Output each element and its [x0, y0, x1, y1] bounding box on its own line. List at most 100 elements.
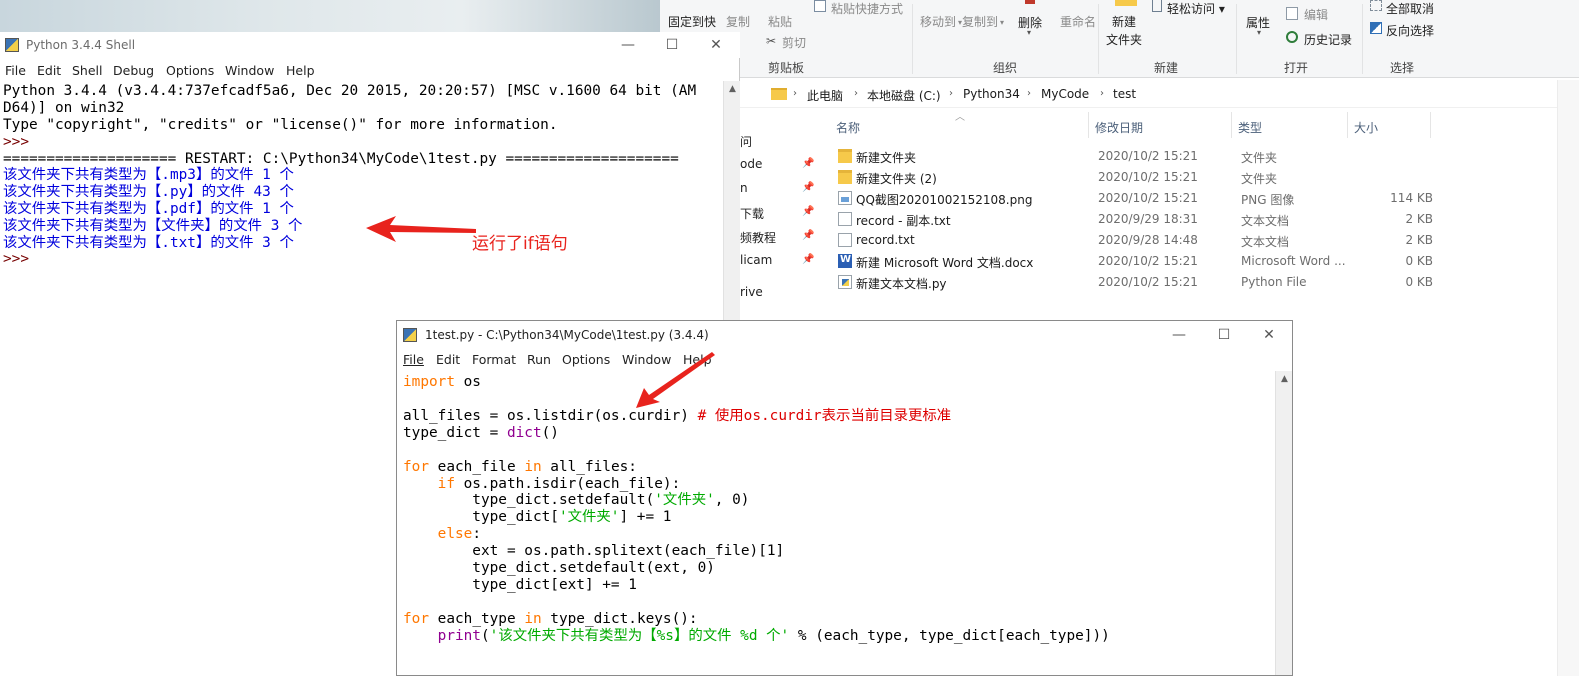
chevron-right-icon[interactable]: ›	[854, 88, 858, 99]
column-header-date[interactable]: 修改日期	[1095, 119, 1143, 136]
menu-options[interactable]: Options	[166, 63, 214, 78]
file-date: 2020/10/2 15:21	[1098, 275, 1198, 289]
file-size: 2 KB	[1405, 212, 1433, 226]
menu-file[interactable]: File	[403, 352, 424, 367]
pin-icon: 📌	[802, 158, 815, 169]
file-row[interactable]: 新建文本文档.py 2020/10/2 15:21 Python File 0 …	[838, 272, 1438, 293]
menu-format[interactable]: Format	[472, 352, 516, 367]
breadcrumb-test[interactable]: test	[1113, 87, 1136, 101]
easy-access-button[interactable]: 轻松访问 ▾	[1167, 0, 1225, 17]
menu-edit[interactable]: Edit	[436, 352, 460, 367]
python-app-icon	[403, 328, 417, 342]
shell-titlebar[interactable]: Python 3.4.4 Shell — ☐ ✕	[0, 32, 740, 58]
breadcrumb-this-pc[interactable]: 此电脑	[807, 87, 843, 104]
file-row[interactable]: 新建文件夹 2020/10/2 15:21 文件夹	[838, 146, 1438, 167]
close-icon[interactable]: ✕	[1247, 325, 1291, 347]
menu-edit[interactable]: Edit	[37, 63, 61, 78]
new-folder-button-line2[interactable]: 文件夹	[1106, 31, 1142, 48]
chevron-right-icon[interactable]: ›	[793, 88, 797, 99]
file-name: record - 副本.txt	[856, 214, 951, 228]
minimize-icon[interactable]: —	[1157, 325, 1201, 347]
file-type: 文件夹	[1241, 172, 1278, 186]
edit-button[interactable]: 编辑	[1304, 6, 1328, 23]
column-header-type[interactable]: 类型	[1238, 119, 1262, 136]
column-header-name[interactable]: 名称	[836, 119, 860, 136]
file-date: 2020/10/2 15:21	[1098, 170, 1198, 184]
nav-item[interactable]: ode	[740, 157, 762, 171]
file-type: 文件夹	[1241, 151, 1278, 165]
column-header-size[interactable]: 大小	[1354, 119, 1378, 136]
column-divider[interactable]	[1231, 112, 1232, 138]
chevron-right-icon[interactable]: ›	[1027, 88, 1031, 99]
menu-run[interactable]: Run	[527, 352, 551, 367]
code-line: print('该文件夹下共有类型为【%s】的文件 %d 个' % (each_t…	[437, 628, 1110, 644]
annotation-arrow	[636, 352, 715, 408]
text-file-icon	[838, 233, 852, 247]
paste-button[interactable]: 粘贴	[768, 13, 792, 30]
breadcrumb-local-disk[interactable]: 本地磁盘 (C:)	[867, 87, 941, 104]
nav-item[interactable]: rive	[740, 285, 763, 299]
minimize-icon[interactable]: —	[606, 35, 650, 57]
file-row[interactable]: 新建文件夹 (2) 2020/10/2 15:21 文件夹	[838, 167, 1438, 188]
folder-icon	[771, 88, 787, 100]
copy-to-button[interactable]: 复制到	[962, 13, 998, 30]
scroll-up-icon[interactable]: ▲	[1276, 371, 1293, 388]
menu-file[interactable]: File	[5, 63, 26, 78]
cut-button[interactable]: 剪切	[782, 34, 806, 51]
menu-help[interactable]: Help	[286, 63, 315, 78]
chevron-down-icon: ▾	[1000, 18, 1005, 27]
shell-line: Type "copyright", "credits" or "license(…	[3, 117, 558, 133]
history-icon	[1286, 31, 1298, 43]
rename-button[interactable]: 重命名	[1060, 13, 1096, 30]
scroll-up-icon[interactable]: ▲	[724, 81, 741, 98]
nav-item[interactable]: licam	[740, 253, 772, 267]
paste-shortcut-button[interactable]: 粘贴快捷方式	[831, 0, 903, 17]
menu-shell[interactable]: Shell	[72, 63, 103, 78]
nav-item[interactable]: 频教程	[740, 229, 776, 246]
file-row[interactable]: record - 副本.txt 2020/9/29 18:31 文本文档 2 K…	[838, 209, 1438, 230]
pin-quick-access-button[interactable]: 固定到快	[668, 13, 716, 30]
file-row[interactable]: record.txt 2020/9/28 14:48 文本文档 2 KB	[838, 230, 1438, 251]
explorer-scrollbar[interactable]	[1557, 80, 1579, 676]
breadcrumb-python34[interactable]: Python34	[963, 87, 1020, 101]
copy-button[interactable]: 复制	[726, 13, 750, 30]
breadcrumb-mycode[interactable]: MyCode	[1041, 87, 1089, 101]
new-folder-button-line1[interactable]: 新建	[1112, 13, 1136, 30]
select-none-button[interactable]: 全部取消	[1386, 0, 1434, 17]
menu-debug[interactable]: Debug	[113, 63, 154, 78]
code-editor[interactable]: import os all_files = os.listdir(os.curd…	[397, 371, 1274, 675]
invert-selection-button[interactable]: 反向选择	[1386, 22, 1434, 39]
nav-item[interactable]: 问	[740, 133, 752, 150]
pin-icon: 📌	[802, 206, 815, 217]
sort-indicator-icon: ︿	[955, 112, 965, 123]
ribbon-divider	[912, 4, 913, 74]
file-size: 2 KB	[1405, 233, 1433, 247]
nav-item[interactable]: n	[740, 181, 748, 195]
editor-titlebar[interactable]: 1test.py - C:\Python34\MyCode\1test.py (…	[397, 321, 1292, 351]
close-icon[interactable]: ✕	[694, 35, 738, 57]
ribbon-divider	[1362, 4, 1363, 74]
column-divider[interactable]	[1347, 112, 1348, 138]
menu-window[interactable]: Window	[225, 63, 274, 78]
shell-output-line: 该文件夹下共有类型为【.txt】的文件 3 个	[3, 235, 294, 251]
editor-scrollbar[interactable]: ▲	[1275, 371, 1292, 675]
column-divider[interactable]	[1088, 112, 1089, 138]
move-to-button[interactable]: 移动到	[920, 13, 956, 30]
shell-prompt: >>>	[3, 251, 38, 267]
folder-icon	[838, 170, 852, 184]
menu-options[interactable]: Options	[562, 352, 610, 367]
maximize-icon[interactable]: ☐	[650, 35, 694, 57]
address-bar[interactable]: ▲ › 此电脑 › 本地磁盘 (C:) › Python34 › MyCode …	[660, 80, 1579, 108]
nav-item[interactable]: 下载	[740, 205, 764, 222]
chevron-right-icon[interactable]: ›	[1100, 88, 1104, 99]
chevron-right-icon[interactable]: ›	[949, 88, 953, 99]
history-button[interactable]: 历史记录	[1304, 31, 1352, 48]
file-row[interactable]: 新建 Microsoft Word 文档.docx 2020/10/2 15:2…	[838, 251, 1438, 272]
column-divider[interactable]	[1430, 112, 1431, 138]
ribbon: 固定到快 复制 粘贴 粘贴快捷方式 ✂ 剪切 剪贴板 移动到 复制到 ▾ ▾ 删…	[660, 0, 1579, 78]
maximize-icon[interactable]: ☐	[1202, 325, 1246, 347]
select-none-icon	[1370, 0, 1382, 11]
code-line: for each_type in type_dict.keys():	[403, 611, 698, 627]
python-app-icon	[5, 38, 19, 52]
file-row[interactable]: QQ截图20201002152108.png 2020/10/2 15:21 P…	[838, 188, 1438, 209]
